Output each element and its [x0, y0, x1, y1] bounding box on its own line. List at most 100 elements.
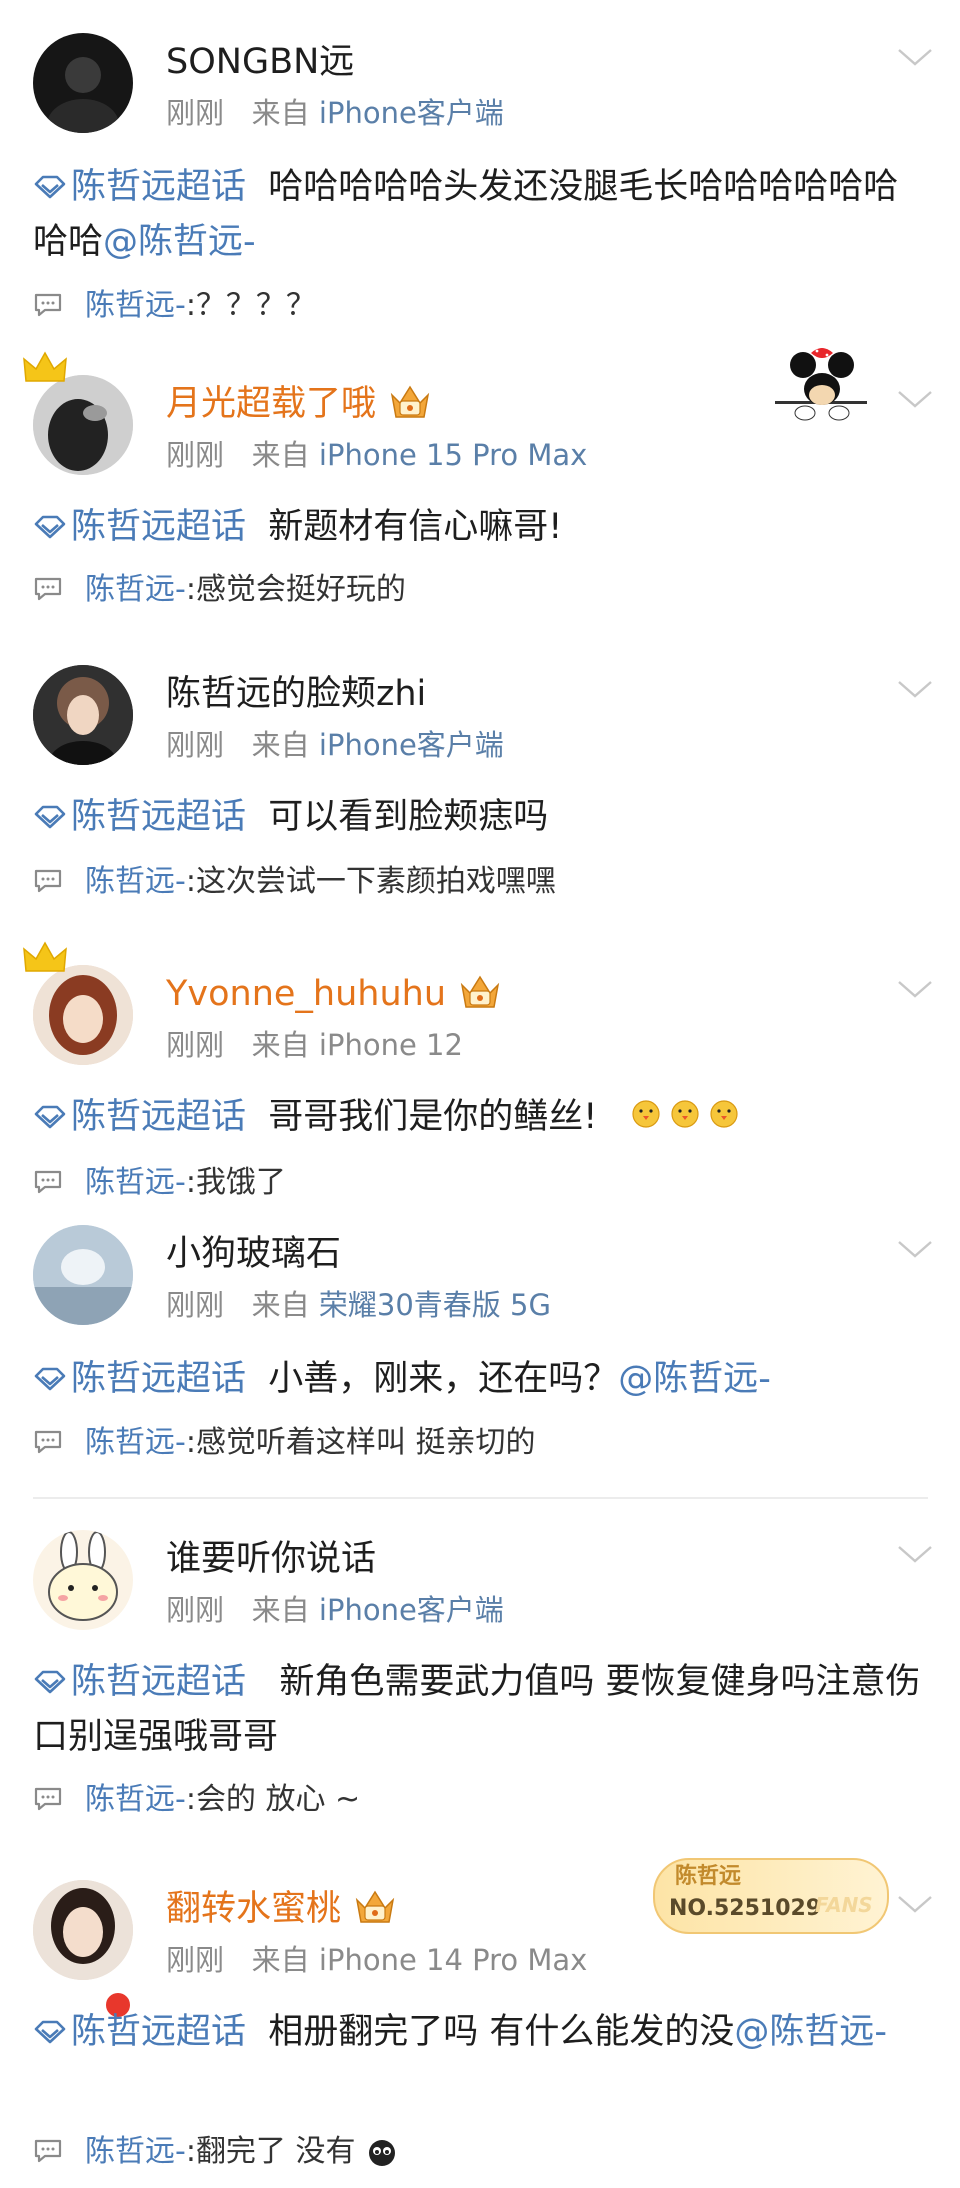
username[interactable]: 谁要听你说话 — [166, 1530, 376, 1588]
username[interactable]: Yvonne_huhuhu — [166, 965, 502, 1023]
chevron-down-icon[interactable] — [896, 1237, 934, 1261]
comment-text: 陈哲远超话 哥哥我们是你的鳝丝! — [33, 1090, 930, 1145]
chevron-down-icon[interactable] — [896, 977, 934, 1001]
chevron-down-icon[interactable] — [896, 1542, 934, 1566]
post-device[interactable]: iPhone客户端 — [319, 728, 504, 762]
chevron-down-icon[interactable] — [896, 1892, 934, 1916]
post-meta: 刚刚 来自 iPhone客户端 — [166, 723, 504, 767]
topic-link[interactable]: 陈哲远超话 — [71, 1097, 246, 1137]
reply-author[interactable]: 陈哲远- — [85, 288, 186, 323]
topic-link[interactable]: 陈哲远超话 — [71, 1662, 246, 1702]
post-from: 来自 — [251, 1028, 310, 1062]
reply-bubble-icon — [33, 1169, 63, 1195]
post-time: 刚刚 — [166, 1288, 225, 1322]
username[interactable]: 翻转水蜜桃 — [166, 1880, 397, 1938]
post-device[interactable]: iPhone 14 Pro Max — [319, 1943, 587, 1977]
avatar[interactable] — [33, 965, 133, 1065]
post-device[interactable]: 荣耀30青春版 5G — [319, 1288, 551, 1322]
reply-preview[interactable]: 陈哲远-:会的 放心 ~ — [33, 1775, 360, 1825]
reply-bubble-icon — [33, 868, 63, 894]
username[interactable]: 小狗玻璃石 — [166, 1225, 341, 1283]
topic-link[interactable]: 陈哲远超话 — [71, 507, 246, 547]
reply-preview[interactable]: 陈哲远-:感觉听着这样叫 挺亲切的 — [33, 1418, 535, 1468]
comment-text: 陈哲远超话 可以看到脸颊痣吗 — [33, 790, 930, 845]
post-from: 来自 — [251, 438, 310, 472]
comment-text: 陈哲远超话 哈哈哈哈哈头发还没腿毛长哈哈哈哈哈哈哈哈@陈哲远- — [33, 160, 930, 270]
reply-author[interactable]: 陈哲远- — [85, 1782, 186, 1817]
comment-content: 新题材有信心嘛哥! — [268, 507, 563, 547]
reply-author[interactable]: 陈哲远- — [85, 1165, 186, 1200]
fan-badge-word: FANS — [815, 1893, 873, 1917]
mention-link[interactable]: @陈哲远- — [103, 222, 256, 262]
fan-badge-name: 陈哲远 — [675, 1864, 742, 1889]
topic-link[interactable]: 陈哲远超话 — [71, 167, 246, 207]
avatar[interactable] — [33, 1880, 133, 1980]
username-text: 翻转水蜜桃 — [166, 1889, 342, 1929]
reply-author[interactable]: 陈哲远- — [85, 1425, 186, 1460]
reply-author[interactable]: 陈哲远- — [85, 572, 186, 607]
reply-separator: : — [185, 288, 196, 323]
topic-link[interactable]: 陈哲远超话 — [71, 1359, 246, 1399]
comment-content: 可以看到脸颊痣吗 — [268, 797, 549, 837]
reply-separator: : — [185, 2134, 196, 2169]
reply-preview[interactable]: 陈哲远-:？？？？ — [33, 281, 316, 331]
super-topic-icon — [33, 515, 67, 539]
post-from: 来自 — [251, 1593, 310, 1627]
reply-preview[interactable]: 陈哲远-:翻完了 没有 — [33, 2127, 397, 2177]
reply-preview[interactable]: 陈哲远-:这次尝试一下素颜拍戏嘿嘿 — [33, 857, 556, 907]
reply-preview[interactable]: 陈哲远-:感觉会挺好玩的 — [33, 565, 406, 615]
username[interactable]: 月光超载了哦 — [166, 375, 432, 433]
super-topic-icon — [33, 1105, 67, 1129]
topic-link[interactable]: 陈哲远超话 — [71, 797, 246, 837]
post-time: 刚刚 — [166, 438, 225, 472]
section-divider — [33, 1497, 928, 1499]
avatar[interactable] — [33, 1225, 133, 1325]
chevron-down-icon[interactable] — [896, 387, 934, 411]
username[interactable]: 陈哲远的脸颊zhi — [166, 665, 426, 723]
username[interactable]: SONGBN远 — [166, 33, 354, 91]
username-text: Yvonne_huhuhu — [166, 974, 446, 1014]
reply-bubble-icon — [33, 1786, 63, 1812]
avatar[interactable] — [33, 1530, 133, 1630]
post-time: 刚刚 — [166, 1028, 225, 1062]
super-topic-icon — [33, 2020, 67, 2044]
vip-badge-icon[interactable] — [353, 1888, 397, 1928]
avatar[interactable] — [33, 33, 133, 133]
post-time: 刚刚 — [166, 1593, 225, 1627]
comment-content: 小善，刚来，还在吗？ — [268, 1359, 619, 1399]
post-device[interactable]: iPhone客户端 — [319, 96, 504, 130]
reply-separator: : — [185, 864, 196, 899]
avatar[interactable] — [33, 665, 133, 765]
post-time: 刚刚 — [166, 1943, 225, 1977]
crown-icon — [22, 351, 68, 385]
reply-bubble-icon — [33, 2138, 63, 2164]
fan-badge[interactable]: 陈哲远 NO.5251029 FANS — [653, 1858, 889, 1934]
post-device[interactable]: iPhone 15 Pro Max — [319, 438, 587, 472]
chevron-down-icon[interactable] — [896, 677, 934, 701]
reply-author[interactable]: 陈哲远- — [85, 864, 186, 899]
reply-bubble-icon — [33, 576, 63, 602]
avatar[interactable] — [33, 375, 133, 475]
post-device[interactable]: iPhone 12 — [319, 1028, 463, 1062]
reply-text: ？？？？ — [195, 288, 316, 323]
reply-preview[interactable]: 陈哲远-:我饿了 — [33, 1158, 286, 1208]
post-meta: 刚刚 来自 iPhone 14 Pro Max — [166, 1938, 587, 1982]
chevron-down-icon[interactable] — [896, 45, 934, 69]
super-topic-icon — [33, 1367, 67, 1391]
mention-link[interactable]: @陈哲远- — [618, 1359, 771, 1399]
chick-emoji-icon — [632, 1100, 739, 1128]
panda-emoji-icon — [369, 2140, 396, 2166]
post-from: 来自 — [251, 96, 310, 130]
vip-badge-icon[interactable] — [388, 383, 432, 423]
post-from: 来自 — [251, 728, 310, 762]
comment-text: 陈哲远超话 新角色需要武力值吗 要恢复健身吗注意伤口别逞强哦哥哥 — [33, 1655, 930, 1765]
topic-link[interactable]: 陈哲远超话 — [71, 2012, 246, 2052]
post-meta: 刚刚 来自 iPhone客户端 — [166, 91, 504, 135]
reply-text: 会的 放心 ~ — [195, 1782, 361, 1817]
post-meta: 刚刚 来自 荣耀30青春版 5G — [166, 1283, 551, 1327]
reply-text: 这次尝试一下素颜拍戏嘿嘿 — [195, 864, 556, 899]
post-device[interactable]: iPhone客户端 — [319, 1593, 504, 1627]
vip-badge-icon[interactable] — [458, 973, 502, 1013]
reply-author[interactable]: 陈哲远- — [85, 2134, 186, 2169]
mention-link[interactable]: @陈哲远- — [734, 2012, 887, 2052]
